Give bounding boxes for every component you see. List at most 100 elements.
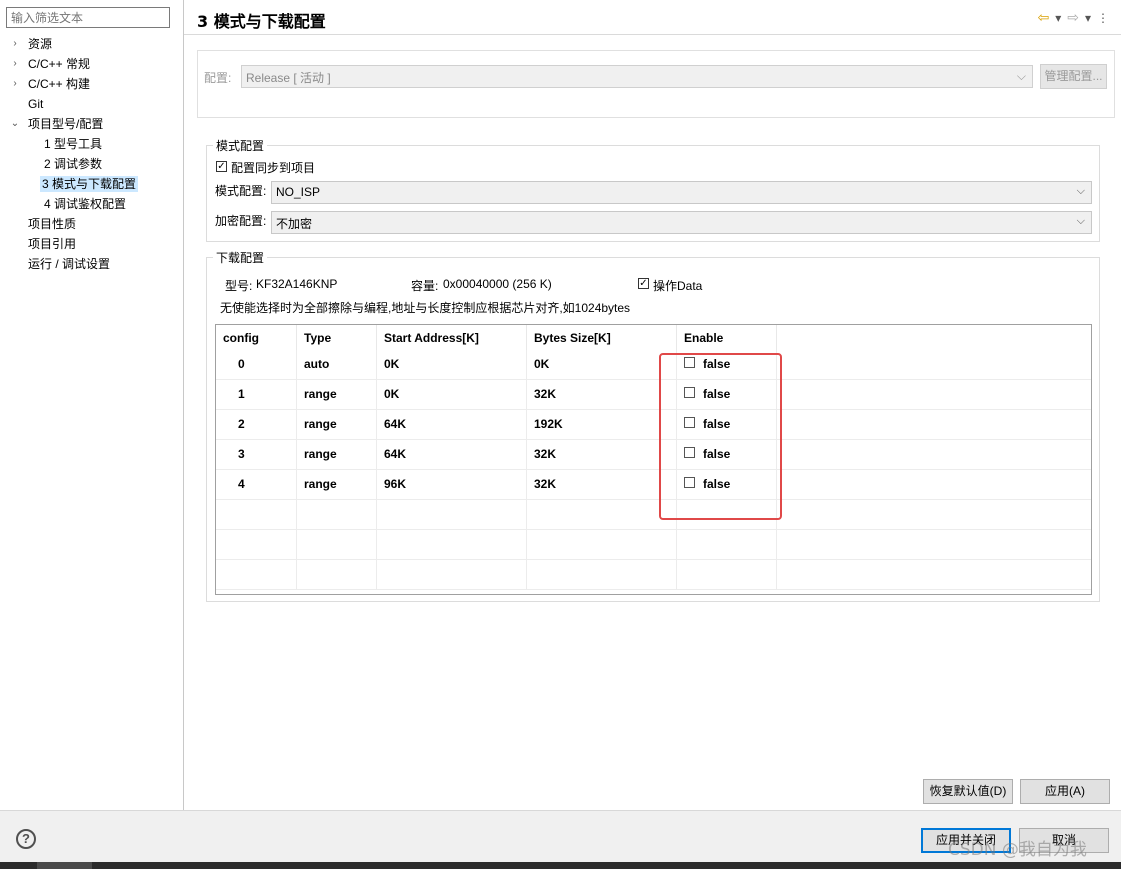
back-arrow-icon[interactable]: ⇦ (1037, 9, 1049, 26)
encrypt-label: 加密配置: (215, 214, 267, 228)
tree-item-cpp-build[interactable]: › C/C++ 构建 (10, 74, 92, 94)
cell-start: 64K (377, 410, 527, 439)
capacity-value: 0x00040000 (256 K) (443, 277, 552, 291)
empty-cell (377, 560, 527, 589)
cell-start: 96K (377, 470, 527, 499)
more-options-icon[interactable]: ⋮ (1097, 11, 1109, 25)
empty-row (216, 560, 1091, 590)
back-menu-chevron-icon[interactable]: ▾ (1055, 11, 1061, 25)
table-row[interactable]: 4 range 96K 32K false (216, 470, 1091, 500)
manage-configurations-button: 管理配置... (1040, 64, 1107, 89)
taskbar-segment (37, 862, 92, 869)
download-note: 无使能选择时为全部擦除与编程,地址与长度控制应根据芯片对齐,如1024bytes (220, 301, 631, 315)
cell-type: range (297, 440, 377, 469)
tree-item-debug-params[interactable]: 2 调试参数 (42, 154, 104, 174)
cell-config: 4 (216, 470, 297, 499)
empty-cell (297, 530, 377, 559)
apply-button[interactable]: 应用(A) (1020, 779, 1110, 804)
tree-item-git[interactable]: Git (10, 94, 45, 114)
empty-cell (527, 530, 677, 559)
cell-type: range (297, 470, 377, 499)
cell-config: 3 (216, 440, 297, 469)
mode-config-title: 模式配置 (213, 137, 268, 154)
empty-cell (377, 500, 527, 529)
mode-value: NO_ISP (276, 185, 321, 199)
table-row[interactable]: 2 range 64K 192K false (216, 410, 1091, 440)
cell-type: range (297, 410, 377, 439)
main-panel: 3 模式与下载配置 ⇦ ▾ ⇨ ▾ ⋮ 配置: Release [ 活动 ] ⌵… (184, 0, 1121, 810)
empty-cell (297, 500, 377, 529)
col-start-address[interactable]: Start Address[K] (377, 325, 527, 352)
cell-type: range (297, 380, 377, 409)
sync-label: 配置同步到项目 (231, 161, 316, 175)
taskbar (0, 862, 1121, 869)
cell-size: 32K (527, 470, 677, 499)
tree-item-run-debug[interactable]: 运行 / 调试设置 (26, 254, 112, 274)
cell-size: 32K (527, 380, 677, 409)
restore-defaults-button[interactable]: 恢复默认值(D) (923, 779, 1013, 804)
download-table: config Type Start Address[K] Bytes Size[… (215, 324, 1092, 595)
empty-cell (377, 530, 527, 559)
cell-type: auto (297, 350, 377, 379)
empty-cell (677, 560, 777, 589)
empty-cell (527, 500, 677, 529)
table-row[interactable]: 0 auto 0K 0K false (216, 350, 1091, 380)
forward-menu-chevron-icon[interactable]: ▾ (1085, 11, 1091, 25)
cell-size: 0K (527, 350, 677, 379)
cell-config: 0 (216, 350, 297, 379)
empty-cell (216, 530, 297, 559)
empty-cell (677, 530, 777, 559)
empty-row (216, 530, 1091, 560)
tree-item-model-tool[interactable]: 1 型号工具 (42, 134, 104, 154)
col-config[interactable]: config (216, 325, 297, 352)
cell-start: 64K (377, 440, 527, 469)
chevron-right-icon[interactable]: › (10, 74, 20, 94)
col-bytes-size[interactable]: Bytes Size[K] (527, 325, 677, 352)
sync-checkbox[interactable]: ✓ (216, 161, 227, 172)
watermark-text: CSDN @我自为我 (948, 840, 1087, 860)
empty-cell (216, 560, 297, 589)
model-label: 型号: (225, 279, 253, 293)
forward-arrow-icon[interactable]: ⇨ (1067, 9, 1079, 26)
tree-item-cpp-general[interactable]: › C/C++ 常规 (10, 54, 92, 74)
table-row[interactable]: 3 range 64K 32K false (216, 440, 1091, 470)
filter-input[interactable] (6, 7, 170, 28)
help-icon[interactable]: ? (16, 829, 36, 849)
operate-data-label: 操作Data (653, 279, 703, 293)
empty-cell (297, 560, 377, 589)
chevron-down-icon: ⌵ (1016, 69, 1026, 83)
title-separator (184, 34, 1121, 35)
col-type[interactable]: Type (297, 325, 377, 352)
cell-config: 2 (216, 410, 297, 439)
table-row[interactable]: 1 range 0K 32K false (216, 380, 1091, 410)
encrypt-value: 不加密 (276, 217, 313, 231)
operate-data-checkbox[interactable]: ✓ (638, 278, 649, 289)
download-config-title: 下载配置 (213, 249, 268, 266)
configuration-label: 配置: (204, 71, 232, 85)
encrypt-select[interactable]: 不加密 ⌵ (271, 211, 1092, 234)
configuration-select: Release [ 活动 ] ⌵ (241, 65, 1033, 88)
configuration-value: Release [ 活动 ] (246, 71, 331, 85)
tree-item-mode-download[interactable]: 3 模式与下载配置 (40, 174, 139, 194)
tree-item-project-nature[interactable]: 项目性质 (26, 214, 78, 234)
chevron-right-icon[interactable]: › (10, 54, 20, 74)
tree-item-project-refs[interactable]: 项目引用 (26, 234, 78, 254)
cell-size: 32K (527, 440, 677, 469)
tree-item-debug-auth[interactable]: 4 调试鉴权配置 (42, 194, 128, 214)
empty-row (216, 500, 1091, 530)
tree-item-resources[interactable]: › 资源 (10, 34, 54, 54)
chevron-down-icon: ⌵ (1076, 215, 1085, 227)
chevron-right-icon[interactable]: › (10, 34, 20, 54)
capacity-label: 容量: (411, 279, 439, 293)
empty-cell (527, 560, 677, 589)
model-value: KF32A146KNP (256, 277, 338, 291)
mode-label: 模式配置: (215, 184, 267, 198)
chevron-down-icon[interactable]: ⌄ (10, 114, 20, 134)
tree-item-project-model[interactable]: ⌄ 项目型号/配置 (10, 114, 105, 134)
col-enable[interactable]: Enable (677, 325, 777, 352)
cell-size: 192K (527, 410, 677, 439)
mode-select[interactable]: NO_ISP ⌵ (271, 181, 1092, 204)
page-title: 3 模式与下载配置 (197, 12, 326, 31)
cell-config: 1 (216, 380, 297, 409)
